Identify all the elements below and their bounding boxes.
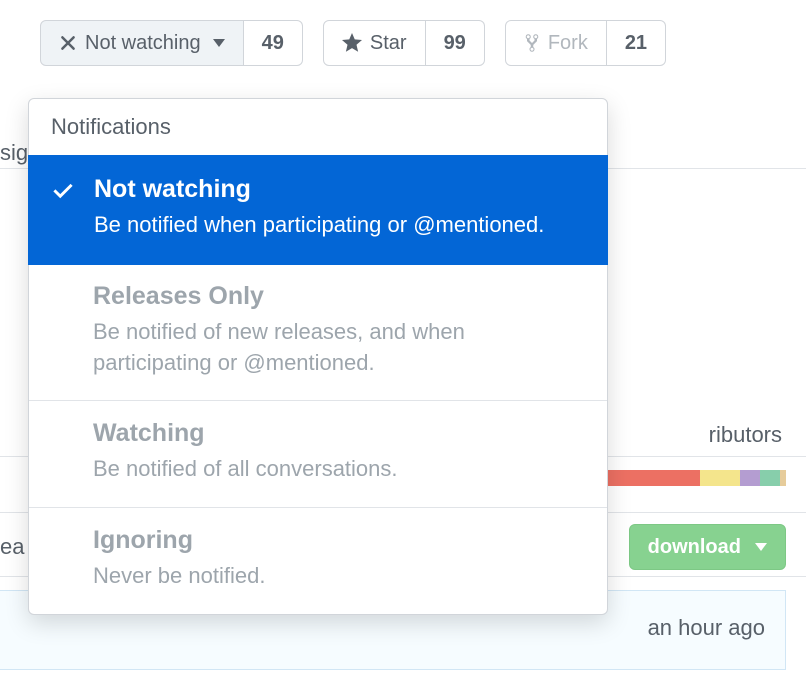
item-desc: Be notified of new releases, and when pa… bbox=[93, 317, 585, 379]
partial-text: sig bbox=[0, 140, 28, 166]
time-ago-text: an hour ago bbox=[648, 615, 765, 641]
dropdown-header: Notifications bbox=[29, 99, 607, 156]
item-title: Watching bbox=[93, 419, 585, 448]
download-button[interactable]: download bbox=[629, 524, 786, 570]
watch-count[interactable]: 49 bbox=[244, 20, 303, 66]
fork-icon bbox=[524, 33, 540, 53]
watch-button[interactable]: Not watching bbox=[40, 20, 244, 66]
item-desc: Be notified of all conversations. bbox=[93, 454, 585, 485]
item-title: Ignoring bbox=[93, 526, 585, 555]
fork-button-group: Fork 21 bbox=[505, 20, 666, 66]
dropdown-item-not-watching[interactable]: Not watching Be notified when participat… bbox=[28, 155, 608, 265]
contributors-label[interactable]: ributors bbox=[709, 422, 782, 448]
partial-text: ea bbox=[0, 534, 24, 560]
fork-count[interactable]: 21 bbox=[607, 20, 666, 66]
watch-button-group: Not watching 49 bbox=[40, 20, 303, 66]
item-title: Releases Only bbox=[93, 282, 585, 311]
item-desc: Never be notified. bbox=[93, 561, 585, 592]
fork-button[interactable]: Fork bbox=[505, 20, 607, 66]
star-button-group: Star 99 bbox=[323, 20, 485, 66]
download-label: download bbox=[648, 536, 741, 559]
language-bar bbox=[600, 470, 786, 486]
repo-actions-toolbar: Not watching 49 Star 99 Fork 21 bbox=[0, 0, 806, 86]
dropdown-item-watching[interactable]: Watching Be notified of all conversation… bbox=[29, 401, 607, 508]
dropdown-item-releases-only[interactable]: Releases Only Be notified of new release… bbox=[29, 264, 607, 402]
notifications-dropdown: Notifications Not watching Be notified w… bbox=[28, 98, 608, 615]
star-count[interactable]: 99 bbox=[426, 20, 485, 66]
dropdown-item-ignoring[interactable]: Ignoring Never be notified. bbox=[29, 508, 607, 614]
star-label: Star bbox=[370, 33, 407, 53]
star-icon bbox=[342, 33, 362, 53]
x-icon bbox=[59, 34, 77, 52]
fork-label: Fork bbox=[548, 33, 588, 53]
caret-down-icon bbox=[755, 543, 767, 551]
star-button[interactable]: Star bbox=[323, 20, 426, 66]
watch-label: Not watching bbox=[85, 33, 201, 53]
check-icon bbox=[52, 179, 74, 201]
caret-down-icon bbox=[213, 39, 225, 47]
item-desc: Be notified when participating or @menti… bbox=[94, 210, 584, 241]
item-title: Not watching bbox=[94, 175, 584, 204]
